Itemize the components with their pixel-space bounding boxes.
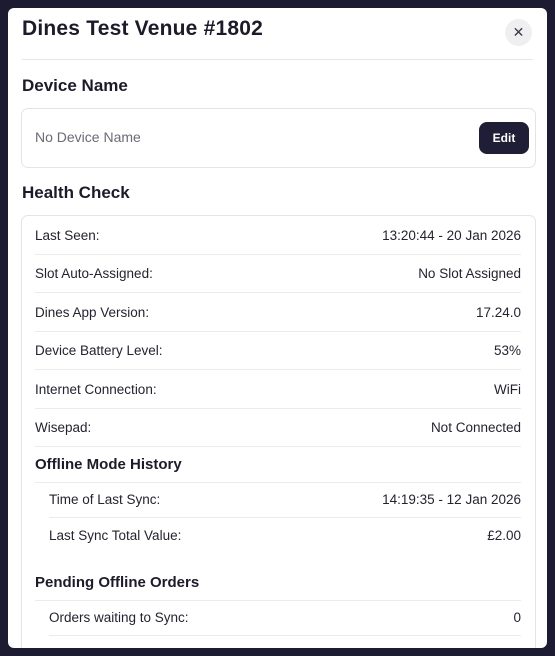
offline-row-value: 14:19:35 - 12 Jan 2026	[382, 492, 521, 507]
offline-row-value: £2.00	[487, 528, 521, 543]
health-row-value: WiFi	[494, 381, 521, 397]
offline-row-label: Time of Last Sync:	[49, 492, 161, 507]
health-row-value: 13:20:44 - 20 Jan 2026	[382, 227, 521, 243]
offline-mode-history-heading: Offline Mode History	[35, 447, 521, 483]
health-row-value: Not Connected	[430, 419, 521, 435]
pending-offline-orders-heading: Pending Offline Orders	[35, 565, 521, 601]
health-check-card: Last Seen: 13:20:44 - 20 Jan 2026 Slot A…	[21, 215, 536, 648]
pending-row-label: Orders waiting to Sync:	[49, 610, 189, 625]
close-icon: ✕	[512, 24, 525, 40]
health-row-label: Device Battery Level:	[35, 342, 163, 358]
health-row-app-version: Dines App Version: 17.24.0	[35, 293, 521, 332]
pending-row-orders-waiting: Orders waiting to Sync: 0	[49, 600, 521, 636]
health-row-battery-level: Device Battery Level: 53%	[35, 331, 521, 370]
health-row-value: 17.24.0	[475, 304, 521, 320]
health-row-label: Dines App Version:	[35, 304, 150, 320]
health-row-slot-auto-assigned: Slot Auto-Assigned: No Slot Assigned	[35, 254, 521, 293]
health-row-internet-connection: Internet Connection: WiFi	[35, 370, 521, 409]
health-row-label: Last Seen:	[35, 227, 100, 243]
health-row-last-seen: Last Seen: 13:20:44 - 20 Jan 2026	[35, 216, 521, 255]
health-row-wisepad: Wisepad: Not Connected	[35, 408, 521, 447]
modal-header: Dines Test Venue #1802 ✕	[22, 8, 533, 60]
health-row-label: Slot Auto-Assigned:	[35, 265, 153, 281]
device-details-modal: Dines Test Venue #1802 ✕ Device Name No …	[8, 8, 547, 648]
device-name-heading: Device Name	[22, 76, 128, 95]
offline-row-last-sync-time: Time of Last Sync: 14:19:35 - 12 Jan 202…	[49, 482, 521, 518]
modal-title: Dines Test Venue #1802	[22, 17, 263, 40]
close-button[interactable]: ✕	[505, 19, 532, 46]
health-row-value: 53%	[493, 342, 521, 358]
pending-row-value: 0	[513, 610, 521, 625]
device-name-card: No Device Name Edit	[21, 108, 536, 168]
health-row-label: Wisepad:	[35, 419, 92, 435]
offline-row-last-sync-total: Last Sync Total Value: £2.00	[49, 518, 521, 553]
device-name-value: No Device Name	[35, 129, 141, 145]
offline-row-label: Last Sync Total Value:	[49, 528, 182, 543]
health-check-heading: Health Check	[22, 183, 130, 202]
edit-device-name-button[interactable]: Edit	[479, 122, 529, 154]
health-row-label: Internet Connection:	[35, 381, 157, 397]
health-row-value: No Slot Assigned	[418, 265, 521, 281]
